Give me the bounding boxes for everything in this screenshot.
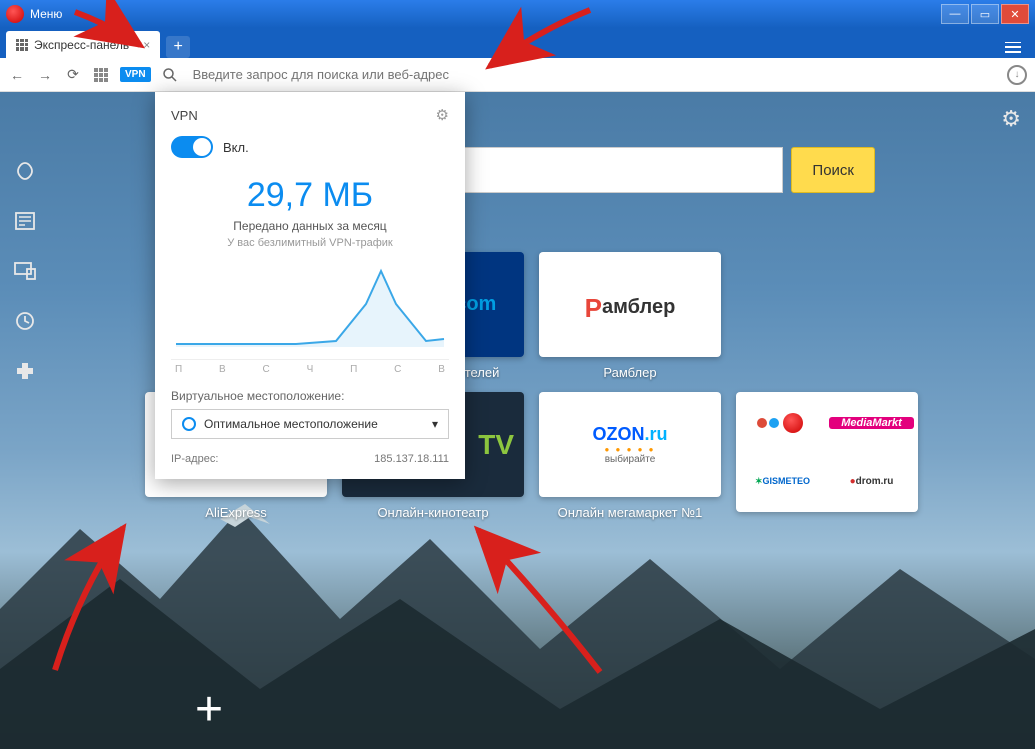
close-button[interactable]: ✕ bbox=[1001, 4, 1029, 24]
sidebar-sync-icon[interactable] bbox=[14, 260, 36, 282]
vpn-ip-value: 185.137.18.111 bbox=[374, 453, 449, 465]
vpn-chart-days: ПВСЧПСВ bbox=[171, 359, 449, 375]
tile-rambler[interactable]: Рамблер Рамблер bbox=[539, 252, 721, 380]
vpn-ip-label: IP-адрес: bbox=[171, 453, 218, 465]
window-titlebar: Меню — ▭ ✕ bbox=[0, 0, 1035, 28]
forward-button[interactable]: → bbox=[36, 66, 54, 84]
sidebar-extensions-icon[interactable] bbox=[14, 360, 36, 382]
vpn-usage-chart bbox=[171, 259, 449, 359]
opera-logo-icon bbox=[6, 5, 24, 23]
tile-ozon[interactable]: OZON.ru● ● ● ● ●выбирайте Онлайн мегамар… bbox=[539, 392, 721, 520]
tab-bar: Экспресс-панель × + bbox=[0, 28, 1035, 58]
vpn-data-amount: 29,7 МБ bbox=[171, 176, 449, 215]
plus-icon: + bbox=[195, 682, 223, 737]
tab-menu-icon[interactable] bbox=[997, 38, 1029, 58]
tile-folder[interactable]: MediaMarkt ✶GISMETEO ●drom.ru bbox=[736, 392, 918, 520]
vpn-location-value: Оптимальное местоположение bbox=[204, 417, 378, 431]
globe-icon bbox=[182, 417, 196, 431]
vpn-settings-icon[interactable]: ⚙ bbox=[436, 106, 449, 124]
sidebar-history-icon[interactable] bbox=[14, 310, 36, 332]
minimize-button[interactable]: — bbox=[941, 4, 969, 24]
search-icon[interactable] bbox=[161, 66, 179, 84]
yandex-search-button[interactable]: Поиск bbox=[791, 147, 875, 193]
address-bar: ← → ⟳ VPN ↓ bbox=[0, 58, 1035, 92]
tab-speed-dial[interactable]: Экспресс-панель × bbox=[6, 31, 160, 58]
new-tab-button[interactable]: + bbox=[166, 36, 190, 58]
sidebar-speed-dial-icon[interactable] bbox=[16, 114, 34, 132]
sidebar-bookmarks-icon[interactable] bbox=[14, 160, 36, 182]
vpn-badge[interactable]: VPN bbox=[120, 67, 151, 82]
speed-dial-icon bbox=[16, 39, 28, 51]
tab-close-icon[interactable]: × bbox=[143, 38, 150, 52]
reload-button[interactable]: ⟳ bbox=[64, 66, 82, 84]
add-site-button[interactable]: + Добавить сайт bbox=[165, 682, 253, 749]
url-input[interactable] bbox=[189, 63, 997, 86]
maximize-button[interactable]: ▭ bbox=[971, 4, 999, 24]
vpn-location-select[interactable]: Оптимальное местоположение ▾ bbox=[171, 409, 449, 439]
tab-title: Экспресс-панель bbox=[34, 38, 129, 52]
vpn-location-label: Виртуальное местоположение: bbox=[171, 389, 449, 403]
chevron-down-icon: ▾ bbox=[432, 417, 438, 431]
vpn-data-caption2: У вас безлимитный VPN-трафик bbox=[171, 237, 449, 249]
vpn-ip-row: IP-адрес: 185.137.18.111 bbox=[171, 449, 449, 469]
back-button[interactable]: ← bbox=[8, 66, 26, 84]
vpn-popup-title: VPN bbox=[171, 108, 198, 123]
vpn-popup: VPN ⚙ Вкл. 29,7 МБ Передано данных за ме… bbox=[155, 92, 465, 479]
left-sidebar bbox=[0, 92, 50, 749]
sidebar-news-icon[interactable] bbox=[14, 210, 36, 232]
page-settings-icon[interactable]: ⚙ bbox=[1001, 106, 1021, 132]
grid-icon bbox=[94, 68, 108, 82]
vpn-toggle-label: Вкл. bbox=[223, 140, 249, 155]
vpn-data-caption: Передано данных за месяц bbox=[171, 219, 449, 233]
vpn-toggle[interactable] bbox=[171, 136, 213, 158]
menu-label[interactable]: Меню bbox=[30, 7, 62, 21]
downloads-button[interactable]: ↓ bbox=[1007, 65, 1027, 85]
home-speed-dial-button[interactable] bbox=[92, 66, 110, 84]
